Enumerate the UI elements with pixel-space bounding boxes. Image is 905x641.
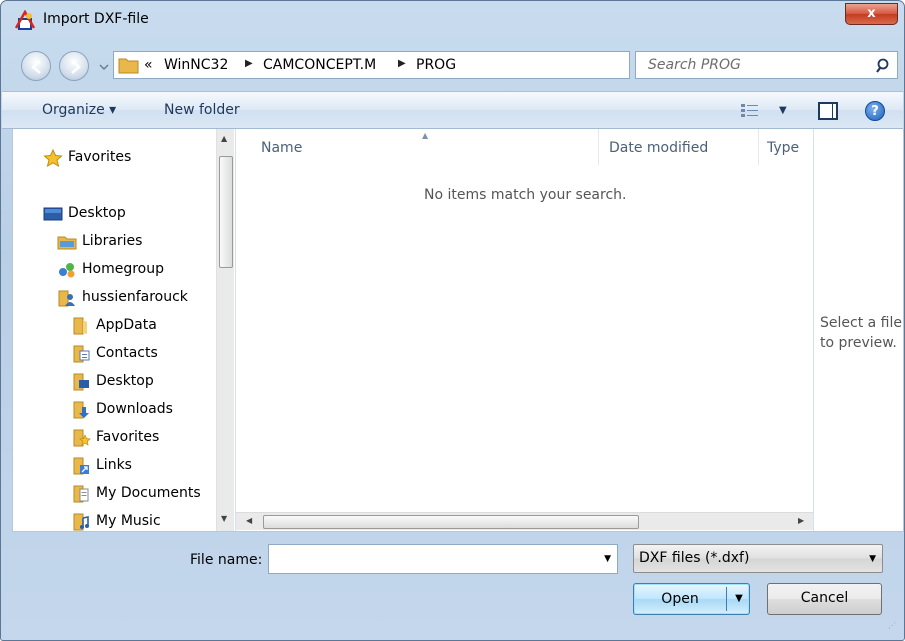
address-overflow[interactable]: « [144, 57, 153, 73]
star-icon [43, 149, 63, 167]
homegroup-icon [59, 263, 75, 278]
favorites-folder-icon [73, 429, 91, 447]
scroll-thumb[interactable] [263, 515, 639, 529]
breadcrumb-winnc32[interactable]: WinNC32 [164, 57, 228, 73]
command-toolbar: Organize ▾ New folder ▼ ? [2, 91, 903, 129]
split-divider [726, 587, 727, 611]
nav-label: My Music [96, 513, 161, 529]
scroll-left-icon[interactable]: ◀ [246, 516, 252, 525]
forward-arrow-icon [71, 60, 81, 74]
nav-label: hussienfarouck [82, 289, 188, 305]
file-name-dropdown-icon[interactable]: ▼ [604, 554, 611, 564]
change-view-icon[interactable] [740, 102, 760, 120]
open-button-label: Open [661, 591, 699, 607]
nav-label: Contacts [96, 345, 158, 361]
nav-label: Favorites [96, 429, 160, 445]
folder-icon [118, 58, 139, 74]
column-header-type[interactable]: Type [767, 140, 799, 176]
empty-message: No items match your search. [424, 187, 627, 203]
resize-grip-icon[interactable]: ⋰ [888, 621, 896, 630]
file-name-label: File name: [190, 552, 263, 568]
organize-menu[interactable]: Organize ▾ [42, 102, 116, 118]
preview-pane-icon[interactable] [818, 102, 838, 120]
scroll-up-icon[interactable]: ▲ [221, 134, 227, 143]
window-title: Import DXF-file [43, 11, 149, 27]
forward-button[interactable] [59, 51, 89, 81]
file-name-input[interactable]: ▼ [268, 544, 618, 574]
recent-pages-dropdown-icon[interactable] [98, 61, 110, 73]
scroll-right-icon[interactable]: ▶ [798, 516, 804, 525]
new-folder-button[interactable]: New folder [164, 102, 240, 118]
preview-message: Select a file to preview. [820, 315, 902, 351]
documents-icon [73, 485, 89, 503]
column-divider[interactable] [758, 129, 759, 165]
desktop-folder-icon [73, 373, 89, 391]
view-dropdown-icon[interactable]: ▼ [779, 105, 787, 116]
open-options-dropdown-icon[interactable]: ▼ [730, 585, 748, 613]
file-type-value: DXF files (*.dxf) [639, 550, 750, 566]
address-bar[interactable]: « WinNC32 ▶ CAMCONCEPT.M ▶ PROG ▼ [113, 51, 725, 79]
navigation-pane: Favorites Desktop Libraries Homegroup hu… [13, 129, 235, 531]
search-placeholder: Search PROG [648, 57, 741, 73]
nav-label: Downloads [96, 401, 173, 417]
nav-label: AppData [96, 317, 157, 333]
cancel-button[interactable]: Cancel [767, 583, 882, 615]
column-divider[interactable] [598, 129, 599, 165]
nav-label: Libraries [82, 233, 143, 249]
downloads-icon [73, 401, 89, 419]
breadcrumb-separator[interactable]: ▶ [398, 58, 406, 69]
help-icon[interactable]: ? [865, 101, 885, 121]
close-button[interactable]: x [845, 3, 898, 25]
nav-label: Desktop [68, 205, 126, 221]
search-input[interactable]: Search PROG [635, 51, 898, 79]
app-icon [14, 9, 36, 32]
file-list[interactable]: ▲ Name Date modified Type No items match… [235, 129, 814, 531]
libraries-icon [57, 236, 77, 250]
back-button[interactable] [21, 51, 51, 81]
title-bar[interactable]: Import DXF-file x [1, 1, 904, 39]
search-icon[interactable] [876, 58, 892, 74]
user-folder-icon [58, 290, 75, 307]
folder-icon [73, 317, 87, 335]
file-list-horizontal-scrollbar[interactable]: ◀ ▶ [236, 512, 814, 530]
breadcrumb-separator[interactable]: ▶ [245, 58, 253, 69]
scroll-down-icon[interactable]: ▼ [221, 514, 227, 523]
nav-label: My Documents [96, 485, 201, 501]
preview-pane: Select a file to preview. [813, 129, 903, 531]
nav-label: Links [96, 457, 132, 473]
music-folder-icon [73, 513, 89, 531]
links-icon [73, 457, 89, 475]
column-header-date-modified[interactable]: Date modified [609, 140, 708, 176]
import-dxf-dialog: Import DXF-file x « WinNC32 ▶ CAMCONCEPT… [0, 0, 905, 641]
sort-ascending-icon: ▲ [422, 131, 429, 140]
desktop-icon [43, 207, 63, 221]
scroll-thumb[interactable] [219, 156, 233, 268]
nav-label: Desktop [96, 373, 154, 389]
back-arrow-icon [31, 60, 41, 74]
breadcrumb-camconcept[interactable]: CAMCONCEPT.M [263, 57, 376, 73]
file-type-select[interactable]: DXF files (*.dxf) ▼ [633, 544, 883, 573]
nav-label: Favorites [68, 149, 132, 165]
nav-vertical-scrollbar[interactable]: ▲ ▼ [216, 129, 234, 531]
contacts-icon [73, 345, 90, 363]
column-header-name[interactable]: Name [261, 140, 302, 176]
nav-label: Homegroup [82, 261, 165, 277]
breadcrumb-prog[interactable]: PROG [416, 57, 456, 73]
open-button[interactable]: Open ▼ [633, 583, 750, 615]
file-type-dropdown-icon[interactable]: ▼ [869, 554, 876, 564]
browser-content: Favorites Desktop Libraries Homegroup hu… [12, 129, 904, 532]
